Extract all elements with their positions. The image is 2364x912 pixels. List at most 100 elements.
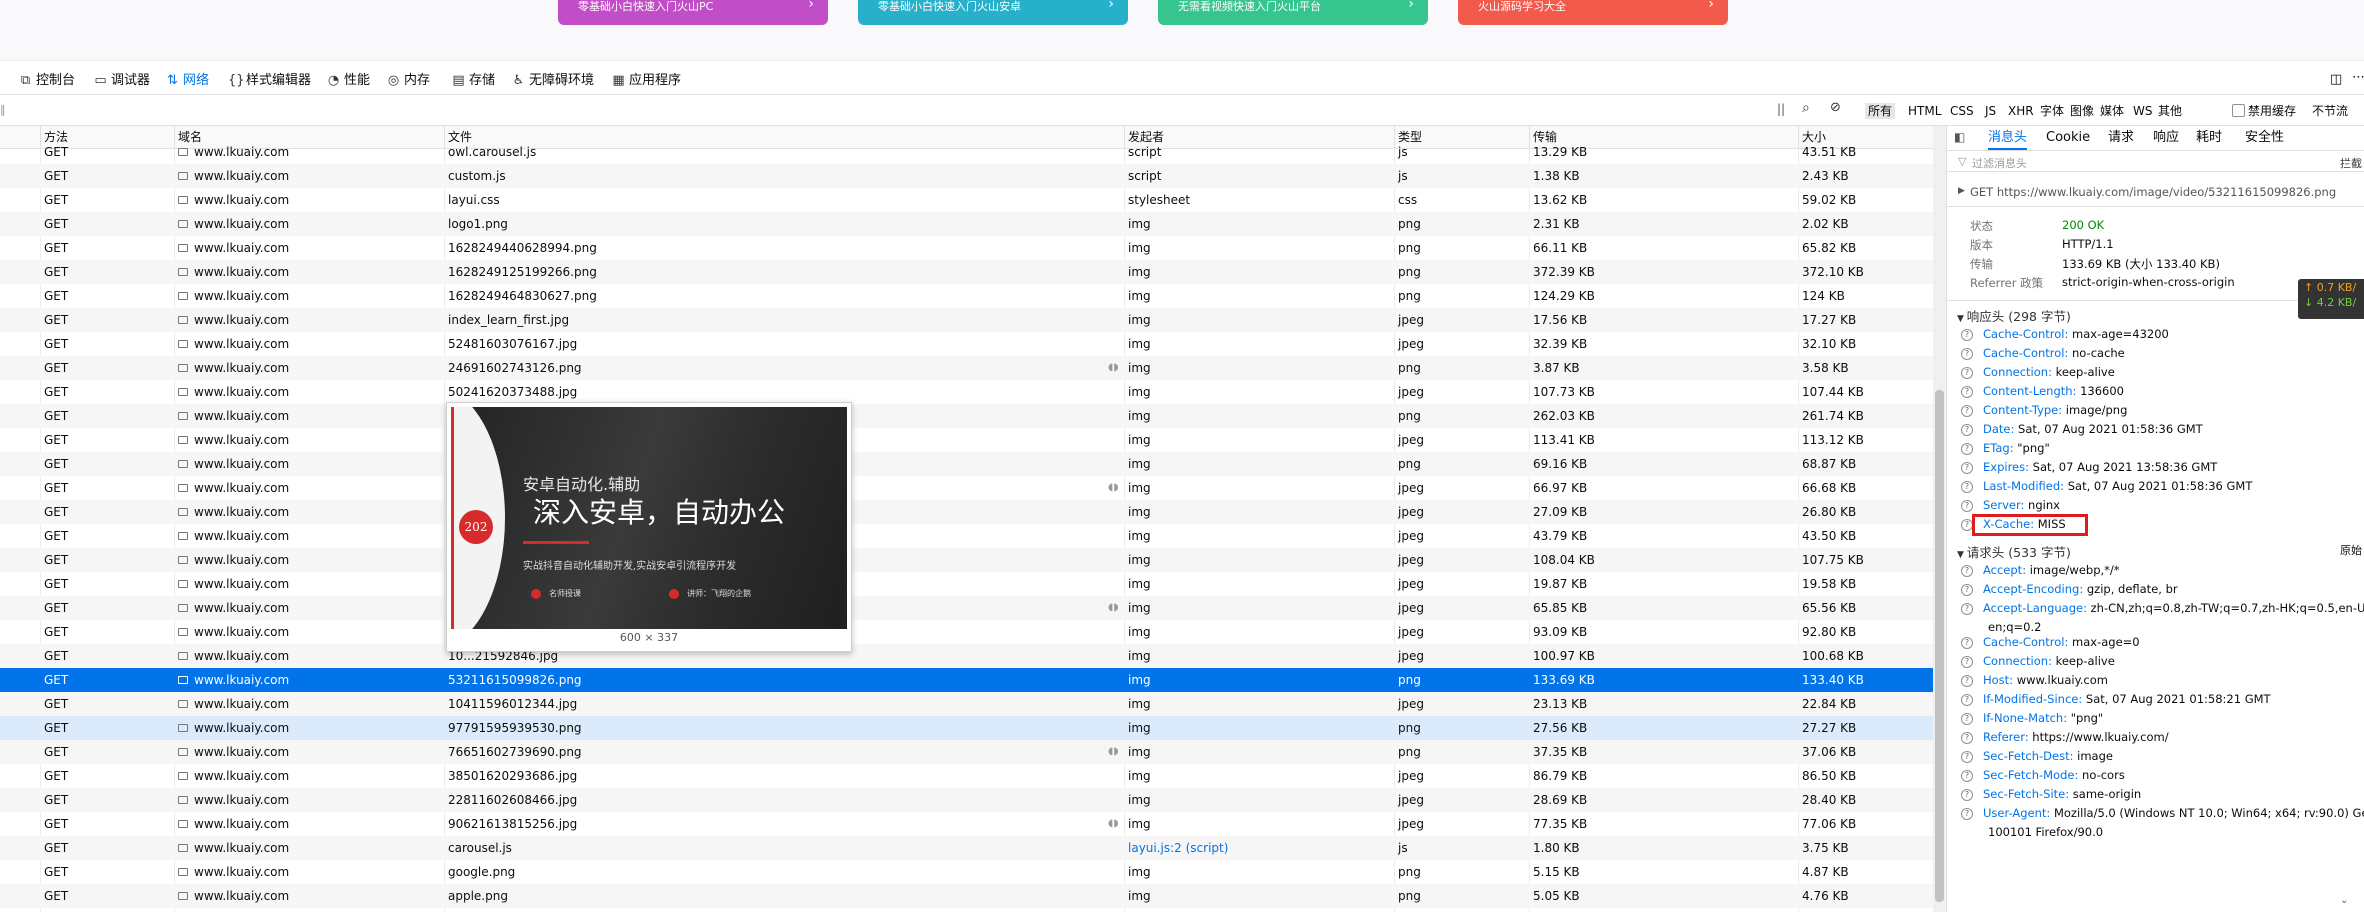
table-row[interactable]: GET www.lkuaiy.com 52481603076167.jpg img jp… xyxy=(0,332,1933,356)
filter-url-input[interactable]: ‖ xyxy=(0,103,6,116)
table-row[interactable]: GET www.lkuaiy.com img png 262.03 KB 261.74 K… xyxy=(0,404,1933,428)
table-row[interactable]: GET www.lkuaiy.com 38501620293686.jpg img jp… xyxy=(0,764,1933,788)
filter-type-5[interactable]: 字体 xyxy=(2037,103,2067,119)
header-filter-input[interactable]: 过滤消息头 xyxy=(1972,155,2027,171)
help-icon[interactable]: ? xyxy=(1961,461,1973,474)
help-icon[interactable]: ? xyxy=(1961,442,1973,455)
search-icon[interactable]: ⌕ xyxy=(1802,100,1810,116)
details-tab[interactable]: 消息头 xyxy=(1988,128,2028,150)
table-row[interactable]: GET www.lkuaiy.com index_learn_first.jpg im… xyxy=(0,308,1933,332)
table-row[interactable]: GET www.lkuaiy.com 24691602743126.png img pn… xyxy=(0,356,1933,380)
table-row[interactable]: GET www.lkuaiy.com custom.js script js 1.38 K… xyxy=(0,164,1933,188)
table-row[interactable]: GET www.lkuaiy.com google.png img png 5.15 KB… xyxy=(0,860,1933,884)
help-icon[interactable]: ? xyxy=(1961,769,1973,782)
table-row[interactable]: GET www.lkuaiy.com img jpeg 27.09 KB 26.80 KB xyxy=(0,500,1933,524)
filter-type-7[interactable]: 媒体 xyxy=(2097,103,2127,119)
details-tab[interactable]: 耗时 xyxy=(2196,128,2222,148)
details-tab[interactable]: 安全性 xyxy=(2245,128,2284,148)
tab-storage[interactable]: ▤ 存储 xyxy=(451,69,495,93)
table-row[interactable]: GET www.lkuaiy.com img jpeg 19.87 KB 19.58 KB xyxy=(0,572,1933,596)
help-icon[interactable]: ? xyxy=(1961,347,1973,360)
table-row[interactable]: GET www.lkuaiy.com 90621613815256.jpg img jp… xyxy=(0,812,1933,836)
table-row[interactable]: GET www.lkuaiy.com img jpeg 108.04 KB 107.75 … xyxy=(0,548,1933,572)
table-row[interactable]: GET www.lkuaiy.com img jpeg 66.97 KB 66.68 KB… xyxy=(0,476,1933,500)
table-row[interactable]: GET www.lkuaiy.com 10411596012344.jpg img jp… xyxy=(0,692,1933,716)
help-icon[interactable]: ? xyxy=(1961,807,1973,820)
help-icon[interactable]: ? xyxy=(1961,385,1973,398)
tab-memory[interactable]: ◎ 内存 xyxy=(386,69,430,93)
filter-type-6[interactable]: 图像 xyxy=(2067,103,2097,119)
more-menu-icon[interactable]: ⋯ xyxy=(2352,70,2364,85)
help-icon[interactable]: ? xyxy=(1961,499,1973,512)
banner-card[interactable]: 无需看视频快速入门火山平台 › xyxy=(1158,0,1428,25)
help-icon[interactable]: ? xyxy=(1961,750,1973,763)
filter-type-8[interactable]: WS xyxy=(2130,103,2155,119)
table-row[interactable]: GET www.lkuaiy.com 1628249464830627.png img… xyxy=(0,284,1933,308)
table-row[interactable]: GET www.lkuaiy.com 97791595939530.png img pn… xyxy=(0,716,1933,740)
throttle-select[interactable]: 不节流 xyxy=(2312,102,2348,119)
raw-toggle[interactable]: 原始 xyxy=(2340,542,2362,558)
table-row[interactable]: GET www.lkuaiy.com img jpeg 93.09 KB 92.80 KB xyxy=(0,620,1933,644)
help-icon[interactable]: ? xyxy=(1961,788,1973,801)
table-row[interactable]: GET www.lkuaiy.com logo1.png img png 2.31 KB 2… xyxy=(0,212,1933,236)
help-icon[interactable]: ? xyxy=(1961,731,1973,744)
table-row[interactable]: GET www.lkuaiy.com 50241620373488.jpg img jp… xyxy=(0,380,1933,404)
details-tab[interactable]: Cookie xyxy=(2046,128,2090,148)
details-tab[interactable]: 响应 xyxy=(2153,128,2179,148)
filter-type-4[interactable]: XHR xyxy=(2005,103,2037,119)
help-icon[interactable]: ? xyxy=(1961,480,1973,493)
help-icon[interactable]: ? xyxy=(1961,602,1973,615)
table-row[interactable]: GET www.lkuaiy.com 1628249440628994.png img… xyxy=(0,236,1933,260)
table-row[interactable]: GET www.lkuaiy.com img png 69.16 KB 68.87 KB xyxy=(0,452,1933,476)
table-row[interactable]: GET www.lkuaiy.com 22811602608466.jpg img jp… xyxy=(0,788,1933,812)
filter-type-2[interactable]: CSS xyxy=(1947,103,1977,119)
clear-icon[interactable]: ⊘ xyxy=(1830,100,1841,115)
table-row[interactable]: GET www.lkuaiy.com 1628249125199266.png img… xyxy=(0,260,1933,284)
table-row[interactable]: GET www.lkuaiy.com img jpeg 43.79 KB 43.50 KB xyxy=(0,524,1933,548)
banner-card[interactable]: 零基础小白快速入门火山PC › xyxy=(558,0,828,25)
tab-console[interactable]: ⧉ 控制台 xyxy=(18,69,75,93)
toggle-sidebar-icon[interactable]: ◧ xyxy=(1954,130,1965,144)
filter-type-9[interactable]: 其他 xyxy=(2155,103,2185,119)
filter-type-3[interactable]: JS xyxy=(1982,103,1999,119)
tab-debugger[interactable]: ▭ 调试器 xyxy=(93,69,150,93)
tab-style-editor[interactable]: {}样式编辑器 xyxy=(228,69,311,93)
help-icon[interactable]: ? xyxy=(1961,328,1973,341)
banner-card[interactable]: 零基础小白快速入门火山安卓 › xyxy=(858,0,1128,25)
tab-network[interactable]: ⇅ 网络 xyxy=(165,69,209,93)
expand-icon[interactable]: ▶ xyxy=(1958,186,1965,196)
help-icon[interactable]: ? xyxy=(1961,366,1973,379)
help-icon[interactable]: ? xyxy=(1961,674,1973,687)
help-icon[interactable]: ? xyxy=(1961,693,1973,706)
help-icon[interactable]: ? xyxy=(1961,423,1973,436)
details-tab[interactable]: 请求 xyxy=(2108,128,2134,148)
request-headers-section[interactable]: ▼ 请求头 (533 字节) xyxy=(1957,542,2071,561)
tab-performance[interactable]: ◔ 性能 xyxy=(326,69,370,93)
help-icon[interactable]: ? xyxy=(1961,712,1973,725)
tab-application[interactable]: ▦ 应用程序 xyxy=(611,69,681,93)
table-row[interactable]: GET www.lkuaiy.com 10...21592846.jpg img jpe… xyxy=(0,644,1933,668)
table-row[interactable]: GET www.lkuaiy.com img jpeg 65.85 KB 65.56 KB… xyxy=(0,596,1933,620)
table-row[interactable]: GET www.lkuaiy.com 53211615099826.png img pn… xyxy=(0,668,1933,692)
help-icon[interactable]: ? xyxy=(1961,636,1973,649)
help-icon[interactable]: ? xyxy=(1961,404,1973,417)
dock-icon[interactable]: ◫ xyxy=(2330,72,2342,87)
disable-cache-checkbox[interactable] xyxy=(2232,104,2245,117)
filter-type-1[interactable]: HTML xyxy=(1905,103,1944,119)
tab-accessibility[interactable]: ♿ 无障碍环境 xyxy=(511,69,594,93)
table-row[interactable]: GET www.lkuaiy.com carousel.js layui.js:2 (… xyxy=(0,836,1933,860)
table-row[interactable]: GET www.lkuaiy.com layui.css stylesheet css 1… xyxy=(0,188,1933,212)
help-icon[interactable]: ? xyxy=(1961,583,1973,596)
table-row[interactable]: GET www.lkuaiy.com 76651602739690.png img pn… xyxy=(0,740,1933,764)
scroll-down-icon[interactable]: ⌄ xyxy=(2340,895,2348,906)
table-row[interactable]: GET www.lkuaiy.com img jpeg 113.41 KB 113.12 … xyxy=(0,428,1933,452)
scrollbar-thumb[interactable] xyxy=(1935,390,1944,902)
help-icon[interactable]: ? xyxy=(1961,564,1973,577)
table-row[interactable]: GET www.lkuaiy.com apple.png img png 5.05 KB 4… xyxy=(0,884,1933,908)
block-button[interactable]: 拦截 xyxy=(2340,155,2362,171)
table-row[interactable]: GET www.lkuaiy.com owl.carousel.js script js… xyxy=(0,140,1933,164)
response-headers-section[interactable]: ▼ 响应头 (298 字节) xyxy=(1957,306,2071,325)
help-icon[interactable]: ? xyxy=(1961,655,1973,668)
pause-icon[interactable]: || xyxy=(1777,102,1785,116)
filter-type-0[interactable]: 所有 xyxy=(1865,103,1896,119)
